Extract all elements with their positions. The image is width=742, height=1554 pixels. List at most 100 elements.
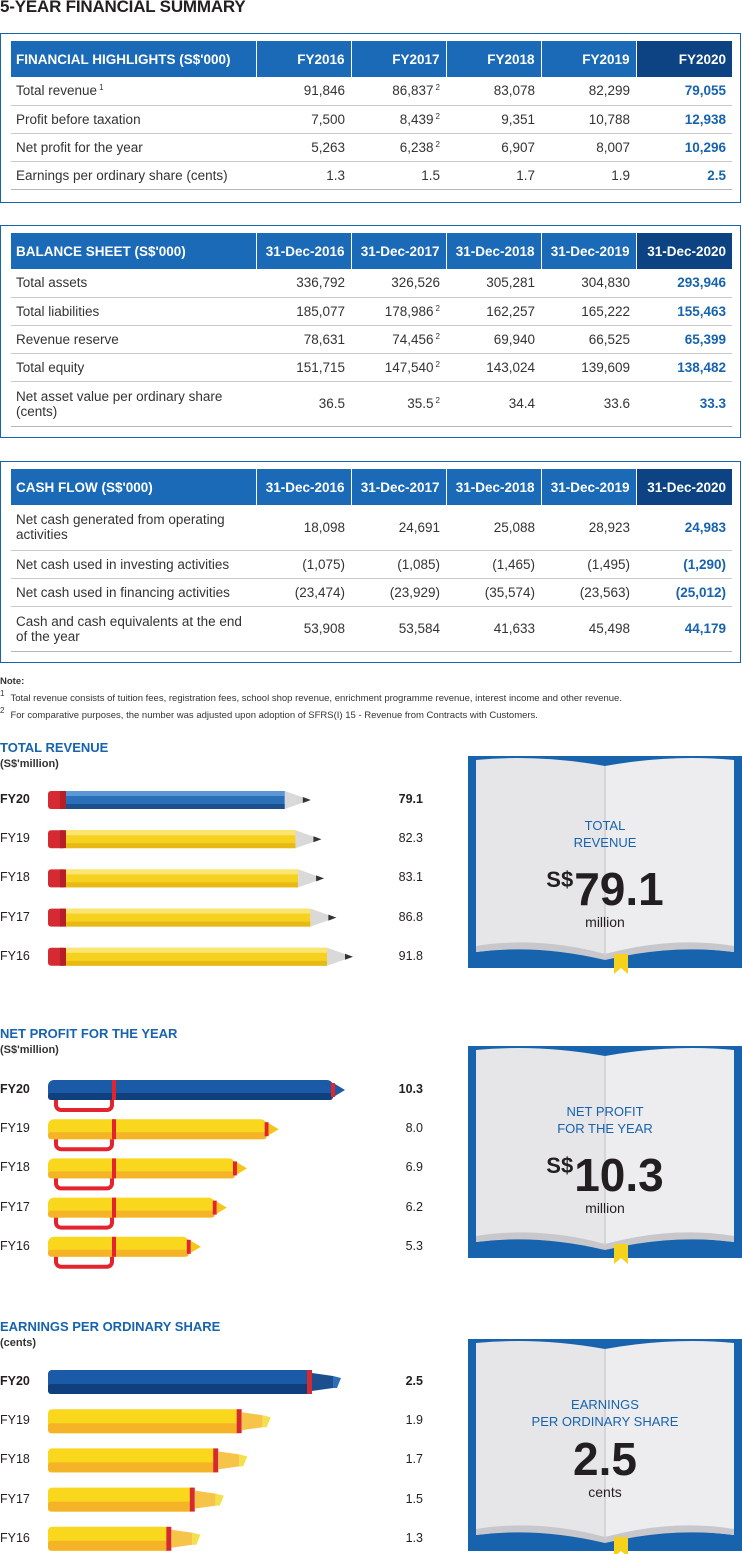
- pencil-tip: [284, 791, 305, 809]
- row-label-text: Net asset value per ordinary share (cent…: [16, 388, 223, 419]
- category-label: FY20: [0, 792, 30, 806]
- book-highlight: TOTAL REVENUE S$79.1 million: [468, 817, 742, 930]
- table-row: Total liabilities 185,077 178,986 2 162,257 1…: [11, 297, 732, 326]
- row-label: Total assets: [11, 269, 256, 298]
- cell-value: (1,290): [683, 556, 726, 572]
- table-title: CASH FLOW (S$'000): [11, 469, 257, 505]
- table-cell: 1.5: [351, 161, 446, 190]
- row-label-text: Total liabilities: [16, 303, 100, 319]
- cell-value: 1.5: [421, 167, 440, 183]
- note-text: For comparative purposes, the number was…: [10, 710, 538, 721]
- data-label: 8.0: [405, 1121, 423, 1136]
- column-header: 31-Dec-2020: [636, 469, 732, 505]
- highlight-caption: FOR THE YEAR: [557, 1121, 653, 1136]
- cell-value: 78,631: [303, 331, 345, 347]
- table-cell: 8,007: [541, 133, 636, 162]
- financial-highlights-table: FINANCIAL HIGHLIGHTS (S$'000) FY2016 FY201…: [11, 41, 732, 190]
- bar-fy16: [48, 947, 353, 966]
- pencil-lead: [345, 953, 353, 960]
- table-cell: 25,088: [446, 505, 541, 551]
- ferrule-shape: [60, 947, 66, 966]
- highlighter-neck: [194, 1490, 216, 1509]
- data-label: 2.5: [405, 1374, 423, 1388]
- table-cell: (1,465): [446, 550, 541, 579]
- column-header: 31-Dec-2017: [351, 233, 447, 269]
- table-title: BALANCE SHEET (S$'000): [11, 233, 257, 269]
- cell-value: 326,526: [391, 275, 440, 291]
- highlighter-neck: [171, 1529, 193, 1548]
- highlight-value: S$10.3: [468, 1141, 742, 1200]
- table-title: FINANCIAL HIGHLIGHTS (S$'000): [11, 41, 257, 77]
- highlight-number: 79.1: [574, 863, 664, 915]
- cell-value: 66,525: [588, 331, 630, 347]
- table-cell: 12,938: [636, 105, 732, 134]
- cell-value: 24,691: [398, 519, 440, 535]
- balance-sheet-panel: BALANCE SHEET (S$'000) 31-Dec-2016 31-Dec-…: [0, 225, 741, 438]
- bar-highlight: [66, 947, 327, 953]
- pencil-tip: [310, 908, 331, 927]
- cell-value: 44,179: [684, 621, 726, 636]
- category-label: FY17: [0, 909, 30, 924]
- highlighter-tip: [215, 1493, 224, 1506]
- table-cell: 34.4: [446, 381, 541, 427]
- pen-ring: [331, 1083, 335, 1097]
- table-cell: 66,525: [541, 325, 636, 354]
- highlighter-tip: [262, 1415, 271, 1428]
- table-cell: 44,179: [636, 606, 732, 652]
- cell-value: 336,792: [296, 275, 345, 291]
- highlight-unit: million: [585, 1200, 625, 1216]
- cell-value: 74,456: [392, 331, 434, 347]
- bar-fy17: [48, 1197, 227, 1230]
- table-cell: 5,263: [256, 133, 351, 162]
- cell-value: 185,077: [296, 303, 345, 319]
- column-header: 31-Dec-2019: [541, 469, 637, 505]
- pen-band: [112, 1119, 116, 1140]
- bar-fy20: [48, 1370, 341, 1394]
- table-cell: 45,498: [541, 606, 636, 652]
- cell-value: (25,012): [675, 584, 726, 600]
- table-row: Net cash generated from operating activi…: [11, 505, 732, 551]
- row-label-text: Total equity: [16, 359, 85, 375]
- data-label: 82.3: [398, 831, 423, 846]
- bar-shade: [66, 804, 285, 809]
- highlight-unit: cents: [588, 1484, 622, 1500]
- table-cell: 185,077: [256, 297, 351, 326]
- data-label: 6.2: [405, 1199, 423, 1214]
- highlight-caption: PER ORDINARY SHARE: [531, 1414, 679, 1429]
- highlighter-band: [213, 1448, 219, 1473]
- table-row: Earnings per ordinary share (cents) 1.3 1.…: [11, 161, 732, 190]
- table-cell: (1,495): [541, 550, 636, 579]
- cell-value: (1,075): [302, 556, 345, 572]
- pencil-tip: [298, 869, 319, 888]
- bar-highlight: [66, 791, 285, 796]
- cell-value: 25,088: [493, 519, 535, 535]
- cell-value: 305,281: [486, 275, 535, 291]
- table-cell: 1.3: [256, 161, 351, 190]
- cell-value: 293,946: [677, 275, 726, 291]
- pen-tip: [190, 1240, 201, 1253]
- cell-value: 83,078: [493, 83, 535, 99]
- cell-value: 6,238: [399, 139, 434, 155]
- category-label: FY16: [0, 1530, 30, 1545]
- footnote-mark: 2: [435, 139, 440, 149]
- bar-fy17: [48, 1487, 224, 1512]
- cell-value: 86,837: [392, 83, 434, 99]
- row-label: Profit before taxation: [11, 105, 256, 134]
- row-label: Revenue reserve: [11, 325, 256, 354]
- row-label: Earnings per ordinary share (cents): [11, 161, 256, 190]
- highlight-unit: million: [585, 914, 625, 930]
- table-cell: 336,792: [256, 269, 351, 298]
- row-label-text: Cash and cash equivalents at the end of …: [16, 613, 242, 644]
- cell-value: 1.7: [516, 167, 535, 183]
- category-label: FY17: [0, 1199, 30, 1214]
- table-cell: 24,691: [351, 505, 446, 551]
- table-cell: 69,940: [446, 325, 541, 354]
- category-label: FY19: [0, 1121, 30, 1136]
- table-cell: 36.5: [256, 381, 351, 427]
- cell-value: (23,929): [389, 584, 440, 600]
- cell-value: 36.5: [318, 396, 345, 411]
- highlight-number: 10.3: [574, 1149, 664, 1201]
- table-cell: (1,085): [351, 550, 446, 579]
- notes: Note: 1 Total revenue consists of tuition…: [0, 676, 622, 722]
- table-cell: 28,923: [541, 505, 636, 551]
